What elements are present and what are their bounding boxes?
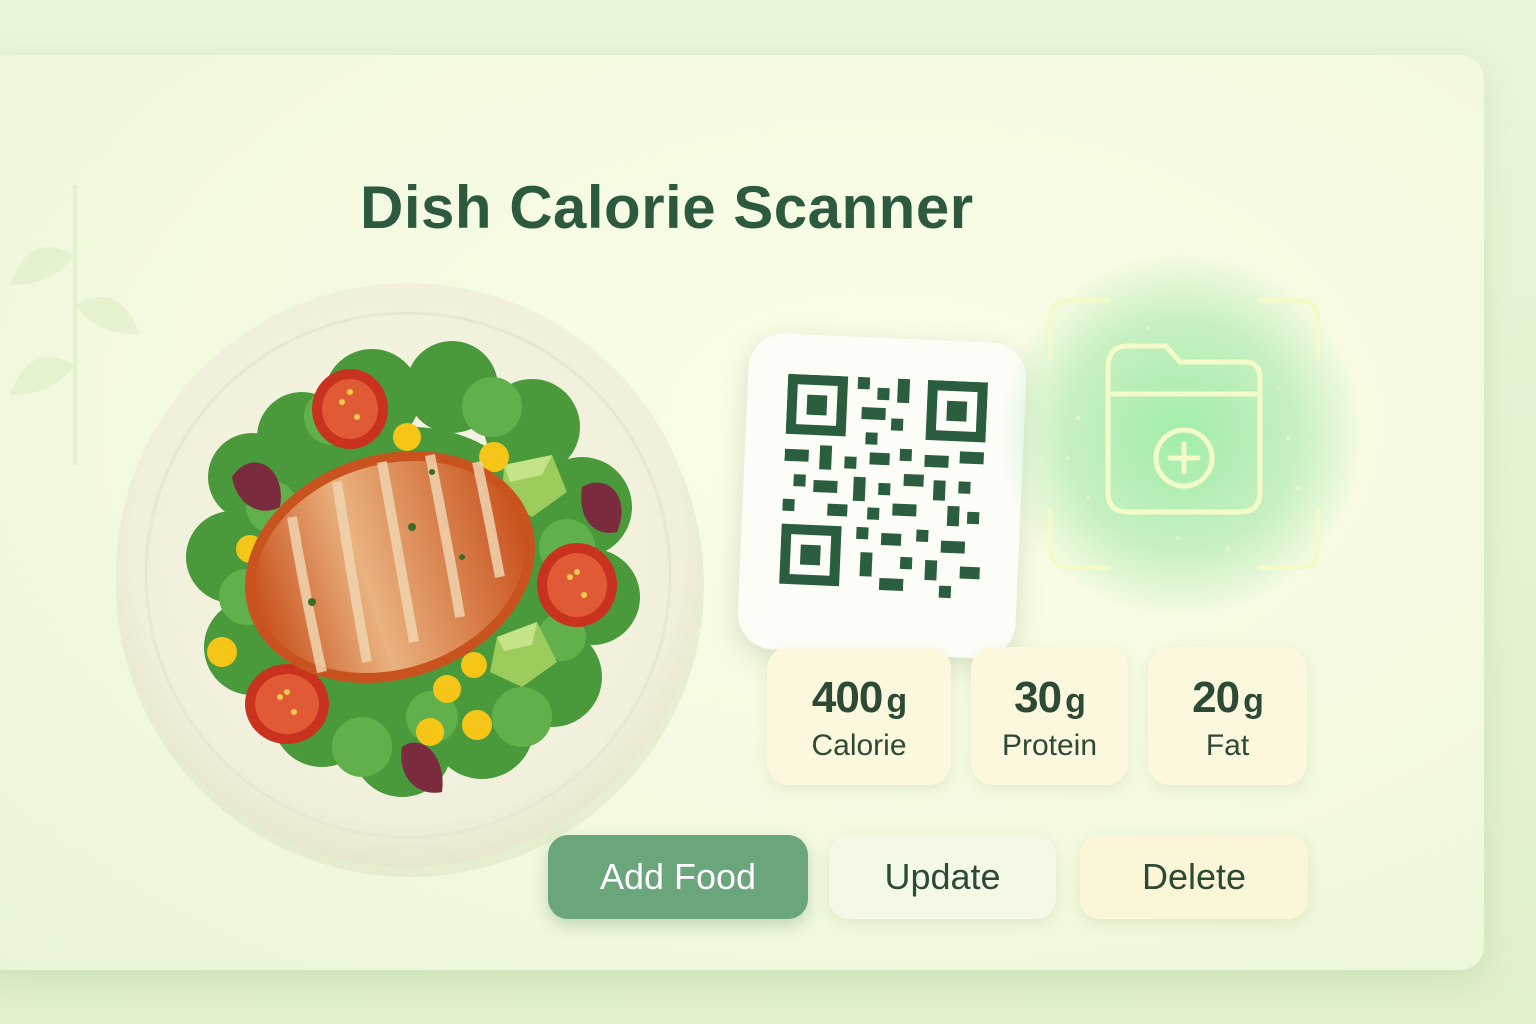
stat-card-protein: 30 g Protein [971, 647, 1128, 785]
fat-value: 20 [1192, 673, 1240, 722]
delete-button[interactable]: Delete [1080, 835, 1308, 919]
protein-unit: g [1065, 682, 1086, 720]
calorie-value: 400 [811, 673, 883, 722]
dish-image[interactable] [112, 277, 708, 877]
protein-value: 30 [1014, 673, 1062, 722]
page-title: Dish Calorie Scanner [360, 174, 974, 241]
stat-card-fat: 20 g Fat [1148, 647, 1307, 785]
stat-value: 400 g [767, 673, 951, 723]
calorie-unit: g [886, 682, 907, 720]
calorie-label: Calorie [811, 729, 907, 762]
protein-label: Protein [1001, 729, 1098, 762]
folder-add-icon[interactable] [1048, 298, 1320, 570]
qr-scan-card[interactable] [736, 332, 1028, 660]
add-food-button[interactable]: Add Food [548, 835, 808, 919]
stat-card-calorie: 400 g Calorie [767, 647, 951, 785]
update-button[interactable]: Update [829, 835, 1056, 919]
stat-value: 30 g [971, 673, 1128, 723]
app-card: Dish Calorie Scanner [0, 55, 1484, 970]
fat-unit: g [1243, 682, 1264, 720]
stat-value: 20 g [1148, 673, 1307, 723]
qr-code-icon [779, 373, 989, 599]
fat-label: Fat [1205, 729, 1250, 762]
